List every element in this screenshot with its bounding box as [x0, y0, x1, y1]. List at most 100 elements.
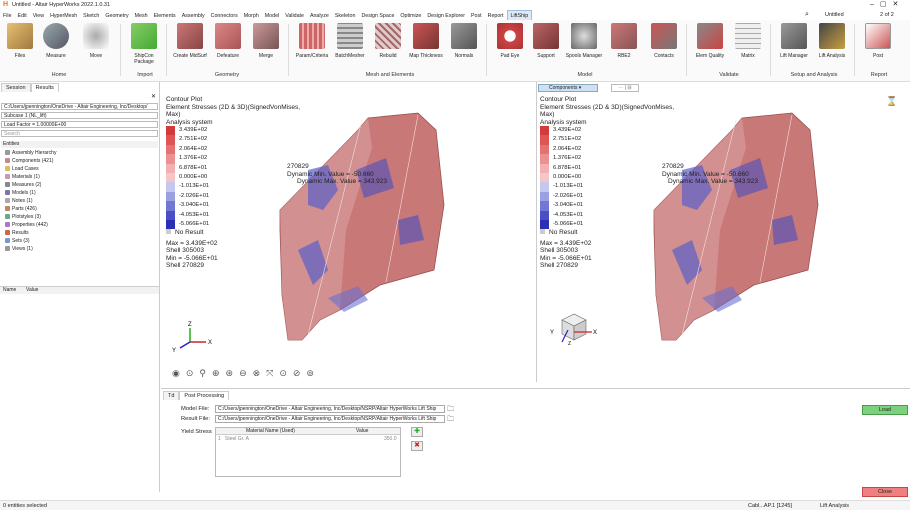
tree-item[interactable]: Sets (3): [5, 238, 30, 245]
view-cube[interactable]: Y X Z: [548, 312, 600, 346]
lift-analysis-label: Lift Analysis: [818, 53, 846, 59]
tree-item[interactable]: Properties (442): [5, 222, 48, 229]
tree-item[interactable]: Components (421): [5, 158, 53, 165]
hull-model-right[interactable]: [642, 110, 822, 345]
tree-item[interactable]: Parts (426): [5, 206, 37, 213]
tree-item[interactable]: Notes (1): [5, 198, 33, 205]
move-tool[interactable]: Move: [76, 23, 116, 59]
browser-panel: Session Results ✕ C:/Users/jpennington/On…: [0, 82, 160, 492]
rebuild-tool[interactable]: Rebuild: [368, 23, 408, 59]
load-factor-select[interactable]: Load Factor = 1.00000E+00: [1, 121, 158, 128]
yield-stress-label: Yield Stress: [181, 429, 212, 435]
support-tool[interactable]: Support: [526, 23, 566, 59]
legend-swatch: [540, 219, 549, 230]
view-selector[interactable]: Untitled: [825, 12, 844, 18]
viewport-options[interactable]: ⋯ | ⊟: [611, 84, 639, 92]
legend-swatch: [540, 126, 549, 136]
probe-min: Dynamic Min. Value = -50.660: [287, 170, 374, 178]
tab-td[interactable]: Td: [163, 391, 180, 400]
post-tool[interactable]: Post: [858, 23, 898, 59]
tab-post-processing[interactable]: Post Processing: [179, 391, 230, 400]
legend-swatch: [166, 210, 175, 220]
pad-eye-tool[interactable]: Pad Eye: [490, 23, 530, 59]
batchmesher-label: BatchMesher: [335, 53, 365, 59]
normals-tool[interactable]: Normals: [444, 23, 484, 59]
merge-tool[interactable]: Merge: [246, 23, 286, 59]
probe-id: 270829: [287, 163, 309, 170]
legend-value: -3.040E+01: [179, 202, 210, 209]
separator: [288, 24, 289, 76]
batchmesher-icon: [337, 23, 363, 49]
tree-item[interactable]: Load Cases: [5, 166, 39, 173]
tree-label: Results: [12, 230, 29, 236]
elem-quality-tool[interactable]: Elem Quality: [690, 23, 730, 59]
window-controls[interactable]: –▢✕: [870, 0, 908, 9]
col-material: Material Name (Used): [246, 428, 295, 434]
row-value: 350.0: [384, 436, 397, 442]
table-row[interactable]: 1 Steel Gr. A 350.0: [216, 436, 400, 443]
close-button[interactable]: Close: [862, 487, 908, 497]
active-component[interactable]: Cabl...AP.1 [1245]: [748, 503, 792, 509]
table-header: Material Name (Used) Value: [216, 428, 400, 435]
row-index: 1: [218, 436, 221, 442]
shipcon-tool[interactable]: ShipCon Package: [124, 23, 164, 65]
defeature-tool[interactable]: Defeature: [208, 23, 248, 59]
tree-item[interactable]: Results: [5, 230, 29, 237]
svg-text:Z: Z: [188, 322, 192, 328]
axis-triad-left: Z X Y: [172, 322, 212, 354]
matrix-label: Matrix: [741, 53, 755, 59]
create-midsurf-tool[interactable]: Create MidSurf: [170, 23, 210, 59]
search-input[interactable]: Search: [1, 130, 158, 137]
legend-swatch: [540, 172, 549, 183]
tree-item[interactable]: Models (1): [5, 190, 36, 197]
close-icon[interactable]: ✕: [151, 93, 156, 100]
svg-text:X: X: [593, 330, 597, 336]
pad-eye-icon: [497, 23, 523, 49]
load-button[interactable]: Load: [862, 405, 908, 415]
files-tool[interactable]: Files: [0, 23, 40, 59]
param-criteria-icon: [299, 23, 325, 49]
tree-item[interactable]: Views (1): [5, 246, 33, 253]
matrix-tool[interactable]: Matrix: [728, 23, 768, 59]
result-file-label: Result File:: [181, 416, 210, 422]
folder-icon[interactable]: 🗀: [447, 415, 454, 426]
remove-row-button[interactable]: ✖: [411, 441, 423, 451]
tree-item[interactable]: Plotstyles (3): [5, 214, 41, 221]
legend-swatch: [166, 163, 175, 173]
lift-analysis-tool[interactable]: Lift Analysis: [812, 23, 852, 59]
group-home: Home: [51, 72, 67, 78]
batchmesher-tool[interactable]: BatchMesher: [330, 23, 370, 59]
tree-label: Properties (442): [12, 222, 48, 228]
probe-max: Dynamic Max. Value = 343.923: [668, 178, 759, 185]
tab-session[interactable]: Session: [1, 83, 31, 92]
subcase-select[interactable]: Subcase 1 (NL_lift): [1, 112, 158, 119]
measure-tool[interactable]: Measure: [36, 23, 76, 59]
viewport-divider: [536, 82, 537, 382]
tree-item[interactable]: Materials (1): [5, 174, 40, 181]
spools-manager-tool[interactable]: Spools Manager: [564, 23, 604, 59]
tree-item[interactable]: Measures (2): [5, 182, 41, 189]
group-mesh-elements: Mesh and Elements: [365, 72, 415, 78]
components-dropdown[interactable]: Components ▾: [538, 84, 598, 92]
hourglass-icon: ⌛: [886, 96, 898, 106]
param-criteria-tool[interactable]: Param/Criteria: [292, 23, 332, 59]
hull-model-left[interactable]: [268, 110, 448, 345]
no-result-label: No Result: [549, 229, 578, 237]
add-row-button[interactable]: ✚: [411, 427, 423, 437]
model-file-input[interactable]: C:/Users/jpennington/OneDrive - Altair E…: [215, 405, 445, 413]
tree-item[interactable]: Assembly Hierarchy: [5, 150, 56, 157]
prop-name-header: Name: [3, 287, 17, 293]
group-geometry: Geometry: [214, 72, 240, 78]
normals-icon: [451, 23, 477, 49]
map-thickness-tool[interactable]: Map Thickness: [406, 23, 446, 59]
view-toolbar[interactable]: ◉⊙⚲⊕⊛⊖⊗⤧⊙⊘⊚: [172, 368, 352, 382]
tab-results[interactable]: Results: [30, 83, 59, 92]
result-file-input[interactable]: C:/Users/jpennington/OneDrive - Altair E…: [215, 415, 445, 423]
legend-value: -1.013E+01: [553, 183, 584, 190]
search-icon[interactable]: ⌕: [805, 11, 809, 19]
window-title: Untitled - Altair HyperWorks 2022.1.0.31: [12, 2, 111, 8]
rbe2-tool[interactable]: RBE2: [604, 23, 644, 59]
lift-manager-tool[interactable]: Lift Manager: [774, 23, 814, 59]
contacts-tool[interactable]: Contacts: [644, 23, 684, 59]
results-path-field[interactable]: C:/Users/jpennington/OneDrive - Altair E…: [1, 103, 158, 110]
